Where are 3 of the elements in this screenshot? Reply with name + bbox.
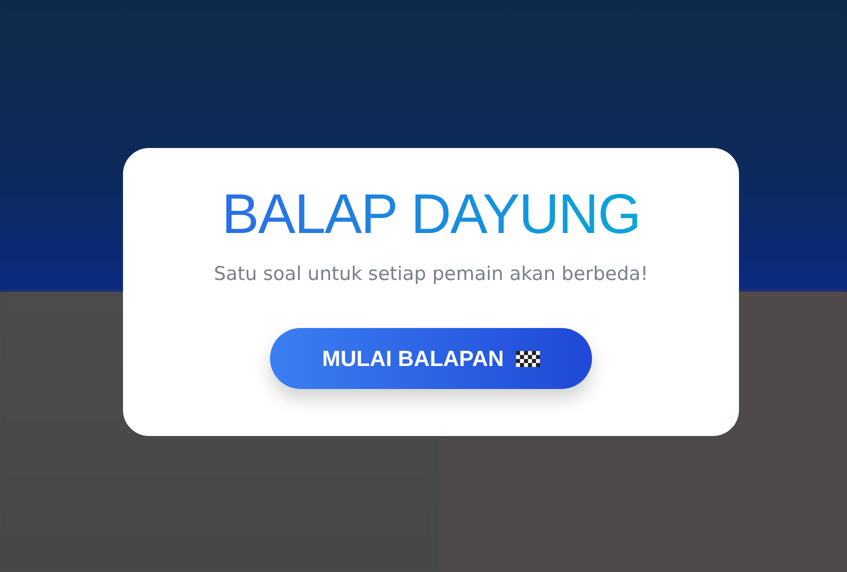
start-race-button[interactable]: MULAI BALAPAN bbox=[270, 328, 592, 389]
dialog-subtitle: Satu soal untuk setiap pemain akan berbeda! bbox=[214, 262, 648, 286]
checkered-flag-icon bbox=[516, 350, 540, 366]
